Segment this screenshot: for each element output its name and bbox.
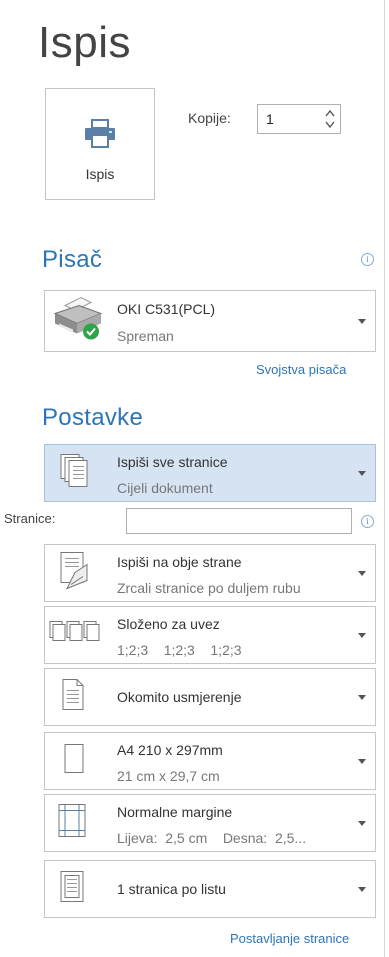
printer-ready-icon [51,294,107,349]
margins-dropdown[interactable]: Normalne margine Lijeva: 2,5 cm Desna: 2… [44,794,376,852]
portrait-icon [61,678,85,717]
print-range-dropdown[interactable]: Ispiši sve stranice Cijeli dokument [44,444,376,502]
collation-title: Složeno za uvez [117,616,220,632]
printer-properties-link[interactable]: Svojstva pisača [256,362,346,377]
printer-dropdown[interactable]: OKI C531(PCL) Spreman [44,290,376,352]
orientation-dropdown[interactable]: Okomito usmjerenje [44,668,376,726]
pages-per-sheet-title: 1 stranica po listu [117,881,226,897]
copies-stepper[interactable]: 1 [257,104,341,134]
printer-section-title: Pisač [42,246,103,273]
pages-input[interactable] [126,508,352,534]
info-icon[interactable]: i [361,253,374,266]
paper-size-title: A4 210 x 297mm [117,742,223,758]
paper-size-dropdown[interactable]: A4 210 x 297mm 21 cm x 29,7 cm [44,732,376,790]
printer-icon [83,119,117,154]
copies-value[interactable]: 1 [266,111,274,127]
print-button[interactable]: Ispis [45,88,155,200]
settings-section-title: Postavke [42,404,144,431]
print-button-label: Ispis [85,166,115,182]
paper-size-subtitle: 21 cm x 29,7 cm [117,768,220,784]
pages-label: Stranice: [4,511,56,526]
collation-subtitle: 1;2;3 1;2;3 1;2;3 [117,642,242,658]
orientation-title: Okomito usmjerenje [117,689,242,705]
page-title: Ispis [38,18,131,67]
margins-icon [57,803,87,844]
paper-size-icon [63,743,85,780]
print-range-subtitle: Cijeli dokument [117,480,213,496]
info-icon[interactable]: i [361,515,374,528]
pages-per-sheet-icon [59,870,85,909]
duplex-icon [59,551,91,596]
chevron-down-icon [358,759,366,764]
pages-per-sheet-dropdown[interactable]: 1 stranica po listu [44,860,376,918]
chevron-down-icon [358,887,366,892]
duplex-subtitle: Zrcali stranice po duljem rubu [117,580,301,596]
copies-label: Kopije: [188,110,231,126]
margins-title: Normalne margine [117,804,233,820]
pages-icon [59,453,91,494]
collation-dropdown[interactable]: Složeno za uvez 1;2;3 1;2;3 1;2;3 [44,606,376,664]
printer-name: OKI C531(PCL) [117,301,216,317]
pane-right-border [384,0,385,957]
chevron-down-icon [358,319,366,324]
printer-status: Spreman [117,328,174,344]
chevron-down-icon [358,633,366,638]
print-range-title: Ispiši sve stranice [117,454,228,470]
page-setup-link[interactable]: Postavljanje stranice [230,931,349,946]
chevron-down-icon [358,821,366,826]
collated-icon [49,618,101,653]
spin-arrows-icon[interactable] [324,108,336,130]
duplex-dropdown[interactable]: Ispiši na obje strane Zrcali stranice po… [44,544,376,602]
chevron-down-icon [358,695,366,700]
chevron-down-icon [358,471,366,476]
duplex-title: Ispiši na obje strane [117,554,242,570]
margins-subtitle: Lijeva: 2,5 cm Desna: 2,5... [117,830,307,846]
chevron-down-icon [358,571,366,576]
